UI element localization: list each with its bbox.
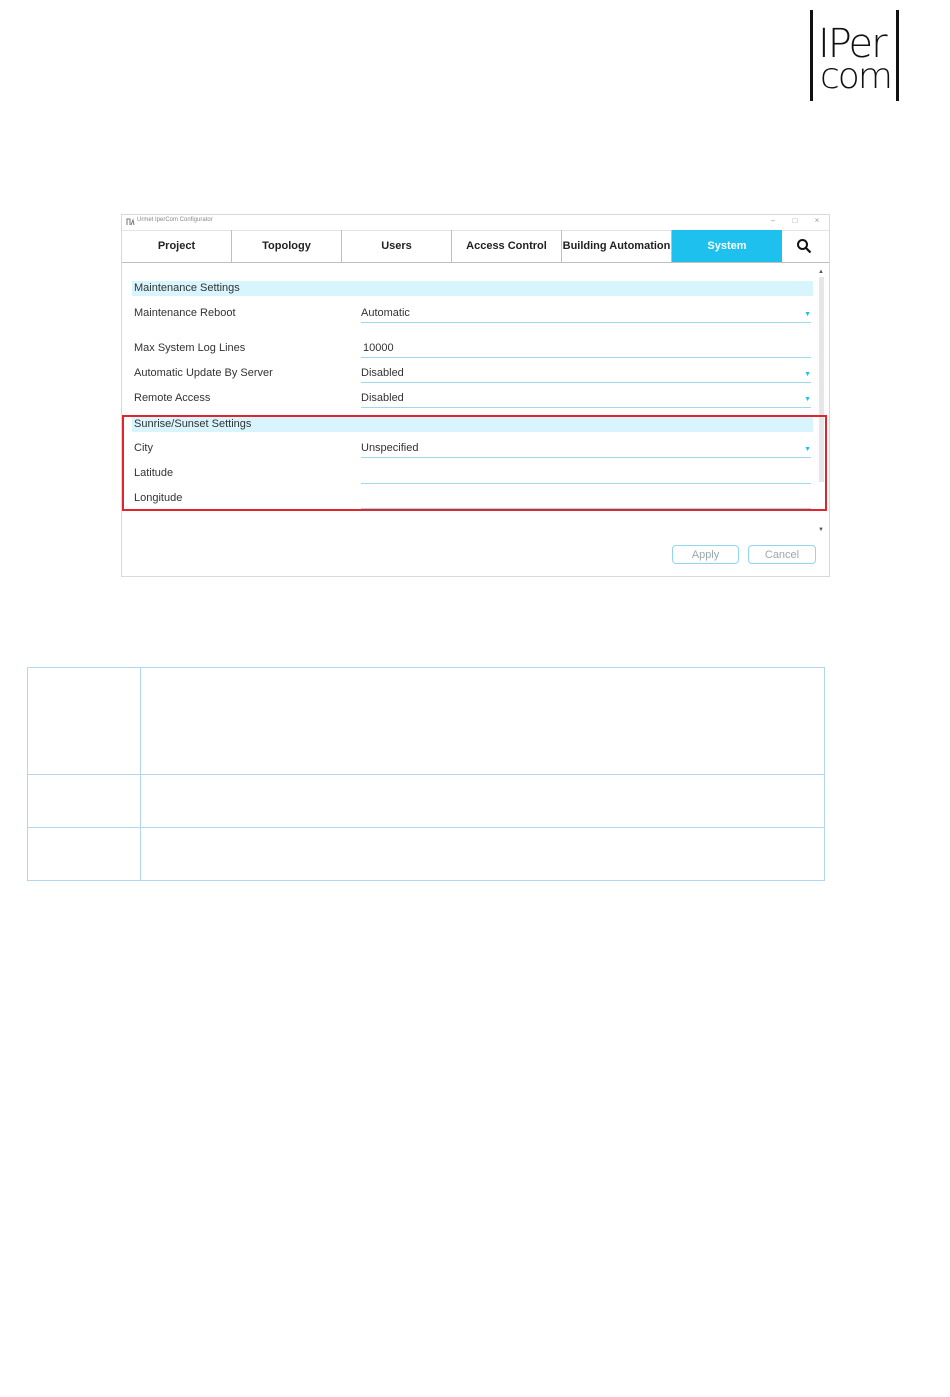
auto-update-label: Automatic Update By Server xyxy=(134,367,273,379)
auto-update-select[interactable]: Disabled ▼ xyxy=(361,366,811,383)
sunrise-sunset-highlight-box xyxy=(122,415,827,511)
ipercom-logo: IPer com xyxy=(810,10,902,102)
tab-users[interactable]: Users xyxy=(342,230,452,262)
max-log-lines-input[interactable]: 10000 xyxy=(361,341,811,358)
main-tabs: Project Topology Users Access Control Bu… xyxy=(122,230,829,263)
cancel-button[interactable]: Cancel xyxy=(748,545,816,564)
minimize-button[interactable]: – xyxy=(767,216,779,225)
title-bar: Urmet IperCom Configurator – □ × xyxy=(122,215,829,231)
maintenance-reboot-label: Maintenance Reboot xyxy=(134,307,236,319)
remote-access-label: Remote Access xyxy=(134,392,211,404)
tab-building-automation[interactable]: Building Automation xyxy=(562,230,672,262)
maximize-button[interactable]: □ xyxy=(789,216,801,225)
tab-topology[interactable]: Topology xyxy=(232,230,342,262)
tab-access-control[interactable]: Access Control xyxy=(452,230,562,262)
scroll-up-icon[interactable]: ▲ xyxy=(818,269,824,275)
close-button[interactable]: × xyxy=(811,216,823,225)
remote-access-value: Disabled xyxy=(361,392,404,404)
logo-text-bottom: com xyxy=(820,56,893,97)
max-log-lines-label: Max System Log Lines xyxy=(134,342,246,354)
search-button[interactable] xyxy=(782,230,826,262)
tab-system[interactable]: System xyxy=(672,230,782,262)
apply-button[interactable]: Apply xyxy=(672,545,739,564)
window-title: Urmet IperCom Configurator xyxy=(137,217,213,223)
maintenance-reboot-select[interactable]: Automatic ▼ xyxy=(361,306,811,323)
logo-right-bar xyxy=(896,10,899,101)
tab-project[interactable]: Project xyxy=(122,230,232,262)
remote-access-select[interactable]: Disabled ▼ xyxy=(361,391,811,408)
app-icon xyxy=(126,218,135,226)
table-row-divider xyxy=(28,827,824,828)
table-row-divider xyxy=(28,774,824,775)
caret-down-icon: ▼ xyxy=(804,396,811,403)
auto-update-value: Disabled xyxy=(361,367,404,379)
scroll-down-icon[interactable]: ▼ xyxy=(818,527,824,533)
max-log-lines-value: 10000 xyxy=(363,342,394,354)
caret-down-icon: ▼ xyxy=(804,371,811,378)
logo-left-bar xyxy=(810,10,813,101)
caret-down-icon: ▼ xyxy=(804,311,811,318)
maintenance-settings-header: Maintenance Settings xyxy=(132,281,813,296)
configurator-window: Urmet IperCom Configurator – □ × Project… xyxy=(121,214,830,577)
maintenance-reboot-value: Automatic xyxy=(361,307,410,319)
search-icon xyxy=(797,239,812,254)
description-table xyxy=(27,667,825,881)
